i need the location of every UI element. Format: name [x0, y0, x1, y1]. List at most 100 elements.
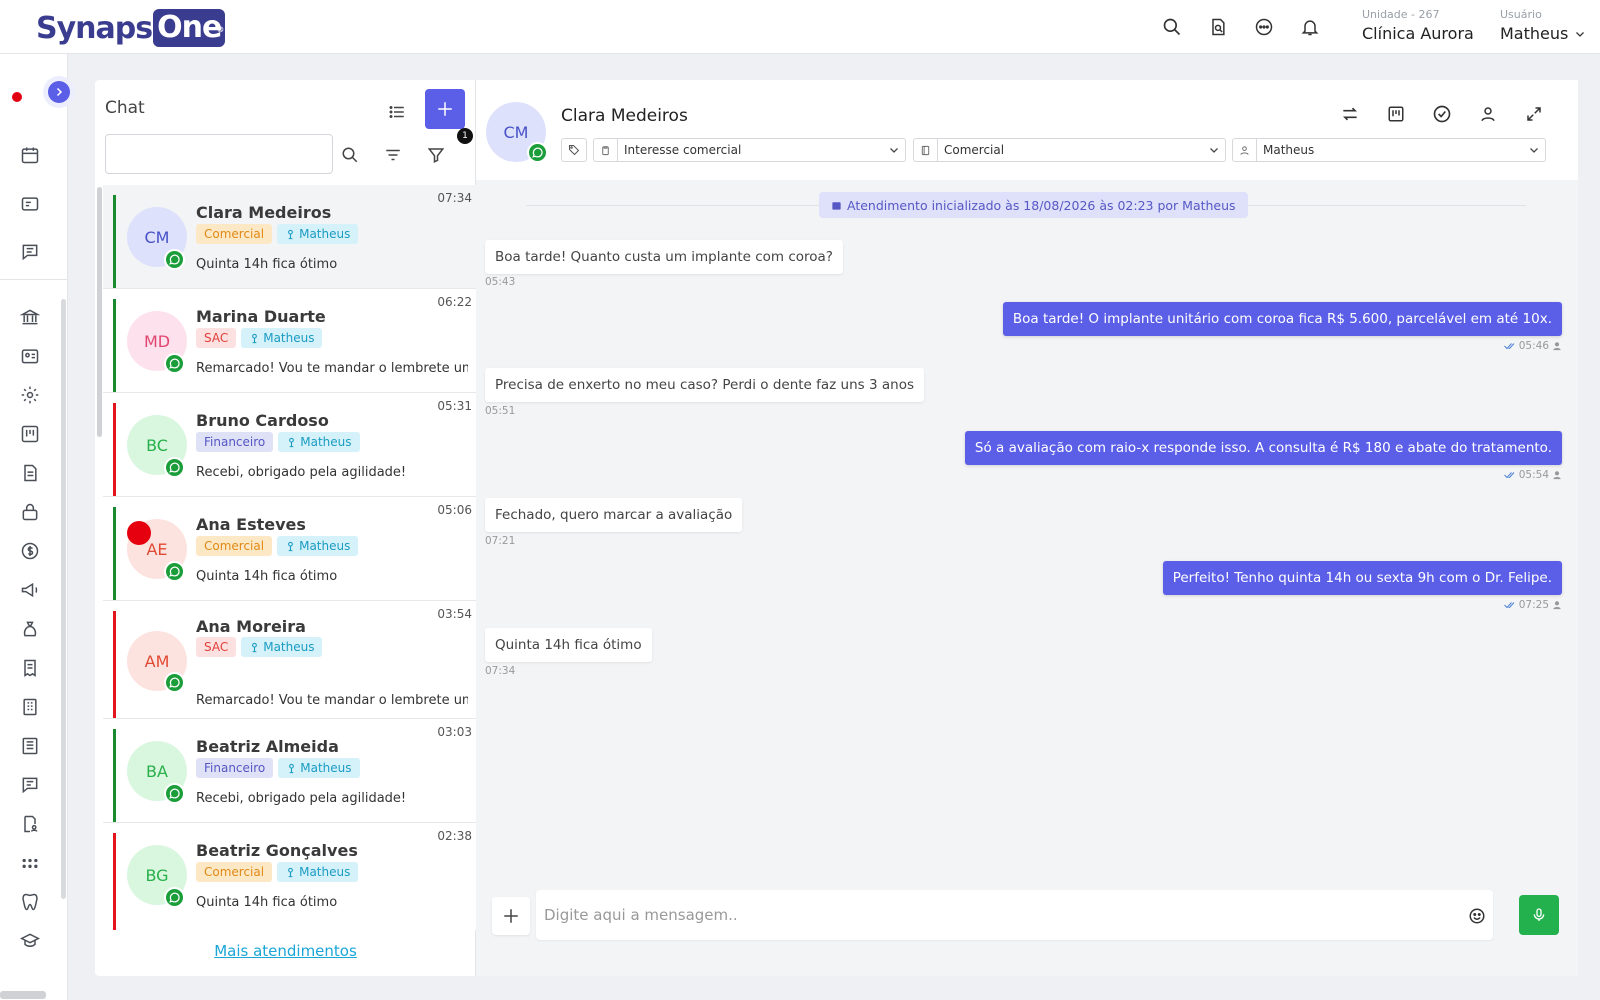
chat-list-item[interactable]: BC Bruno Cardoso 05:31 Financeiro Matheu… [103, 393, 476, 497]
system-message: Atendimento inicializado às 18/08/2026 à… [819, 192, 1248, 218]
message-time: 05:51 [485, 405, 516, 417]
chat-time: 05:31 [437, 399, 472, 413]
user-select-value: Matheus [1263, 143, 1315, 157]
office-icon[interactable] [19, 735, 41, 757]
incoming-message: Precisa de enxerto no meu caso? Perdi o … [485, 368, 924, 402]
kanban-board-icon[interactable] [1384, 102, 1408, 126]
tooth-icon[interactable] [19, 891, 41, 913]
emoji-icon[interactable] [1466, 905, 1488, 927]
chat-list: CM Clara Medeiros 07:34 Comercial Matheu… [95, 185, 476, 930]
message-time: 07:34 [485, 665, 516, 677]
expand-icon[interactable] [1522, 102, 1546, 126]
message-meta: 07:25 [1503, 599, 1562, 611]
id-card-icon[interactable] [19, 193, 41, 215]
double-check-icon [1503, 602, 1515, 609]
conversation-panel: CM Clara Medeiros Interesse comercial Co… [476, 80, 1578, 976]
money-bag-icon[interactable] [19, 618, 41, 640]
unit-selector[interactable]: Unidade - 267 Clínica Aurora [1362, 8, 1474, 43]
user-tag: Matheus [278, 432, 360, 452]
transfer-icon[interactable] [1338, 102, 1362, 126]
user-select[interactable]: Matheus [1232, 138, 1546, 162]
last-message-preview: Recebi, obrigado pela agilidade! [196, 791, 407, 806]
expand-nav-button[interactable] [48, 81, 70, 103]
user-menu[interactable]: Usuário Matheus [1500, 8, 1586, 43]
chat-list-item[interactable]: BA Beatriz Almeida 03:03 Financeiro Math… [103, 719, 476, 823]
unit-name: Clínica Aurora [1362, 24, 1474, 43]
message-input[interactable]: Digite aqui a mensagem.. [536, 890, 1493, 940]
chat-list-item[interactable]: AE Ana Esteves 05:06 Comercial Matheus Q… [103, 497, 476, 601]
double-check-icon [1503, 343, 1515, 350]
building-icon[interactable] [19, 696, 41, 718]
chat-list-item[interactable]: AM Ana Moreira 03:54 SAC Matheus Remarca… [103, 601, 476, 719]
lock-box-icon[interactable] [19, 501, 41, 523]
megaphone-icon[interactable] [19, 579, 41, 601]
apps-grid-icon[interactable] [19, 852, 41, 874]
sort-icon[interactable] [382, 144, 404, 166]
receipt-icon[interactable] [19, 657, 41, 679]
chat-panel-title: Chat [105, 98, 145, 118]
chat-time: 03:54 [437, 607, 472, 621]
app-logo[interactable]: Synaps One ® [36, 8, 226, 48]
unread-indicator [127, 521, 151, 545]
whatsapp-icon [164, 249, 185, 270]
chat-bubble-icon[interactable] [1252, 15, 1276, 39]
filter-icon[interactable] [425, 144, 447, 166]
user-tag-icon [289, 437, 295, 447]
interest-select-value: Interesse comercial [624, 143, 742, 157]
user-name: Matheus [1500, 24, 1569, 43]
bank-icon[interactable] [19, 306, 41, 328]
microphone-button[interactable] [1519, 895, 1559, 935]
incoming-message: Quinta 14h fica ótimo [485, 628, 652, 662]
logo-text-2: One ® [153, 9, 226, 47]
nav-horizontal-scrollbar[interactable] [0, 991, 46, 999]
report-user-icon[interactable] [19, 813, 41, 835]
user-tag: Matheus [241, 637, 323, 657]
document-search-icon[interactable] [1206, 15, 1230, 39]
list-view-icon[interactable] [385, 100, 409, 124]
bell-icon[interactable] [1298, 15, 1322, 39]
tag-button[interactable] [561, 138, 587, 162]
message-square-icon[interactable] [19, 241, 41, 263]
search-icon[interactable] [1160, 15, 1184, 39]
comments-icon[interactable] [19, 774, 41, 796]
more-conversations-link[interactable]: Mais atendimentos [95, 942, 476, 960]
chat-list-item[interactable]: BG Beatriz Gonçalves 02:38 Comercial Mat… [103, 823, 476, 930]
conversation-header: CM Clara Medeiros Interesse comercial Co… [476, 80, 1578, 180]
microphone-icon [1533, 908, 1545, 921]
chat-time: 06:22 [437, 295, 472, 309]
sector-tag: Comercial [196, 224, 273, 244]
chat-list-scrollbar[interactable] [97, 187, 102, 437]
file-text-icon[interactable] [19, 462, 41, 484]
user-icon [1553, 471, 1561, 480]
graduation-cap-icon[interactable] [19, 930, 41, 952]
chevron-down-icon [883, 144, 905, 156]
sector-select[interactable]: Comercial [913, 138, 1226, 162]
whatsapp-icon [164, 353, 185, 374]
chat-list-item[interactable]: MD Marina Duarte 06:22 SAC Matheus Remar… [103, 289, 476, 393]
new-chat-button[interactable] [425, 89, 465, 129]
top-bar: Synaps One ® Unidade - 267 Clínica Aurora… [0, 0, 1600, 54]
calendar-icon[interactable] [19, 144, 41, 166]
kanban-icon[interactable] [19, 423, 41, 445]
chat-list-item[interactable]: CM Clara Medeiros 07:34 Comercial Matheu… [103, 185, 476, 289]
search-icon[interactable] [339, 144, 361, 166]
user-icon[interactable] [1476, 102, 1500, 126]
sector-tag: Financeiro [196, 432, 274, 452]
outgoing-message: Perfeito! Tenho quinta 14h ou sexta 9h c… [1162, 561, 1562, 595]
gear-icon[interactable] [19, 384, 41, 406]
user-tag-icon [252, 333, 258, 343]
chat-time: 07:34 [437, 191, 472, 205]
check-circle-icon[interactable] [1430, 102, 1454, 126]
whatsapp-icon [164, 887, 185, 908]
sector-tag: Comercial [196, 536, 273, 556]
interest-select[interactable]: Interesse comercial [593, 138, 906, 162]
attach-button[interactable] [492, 897, 530, 935]
dollar-icon[interactable] [19, 540, 41, 562]
nav-scrollbar[interactable] [61, 299, 66, 899]
chat-search-input[interactable] [105, 134, 333, 174]
chevron-down-icon [1576, 31, 1585, 37]
contact-name: Clara Medeiros [561, 106, 688, 126]
contact-card-icon[interactable] [19, 345, 41, 367]
user-tag: Matheus [277, 224, 359, 244]
outgoing-message: Só a avaliação com raio-x responde isso.… [964, 431, 1562, 465]
